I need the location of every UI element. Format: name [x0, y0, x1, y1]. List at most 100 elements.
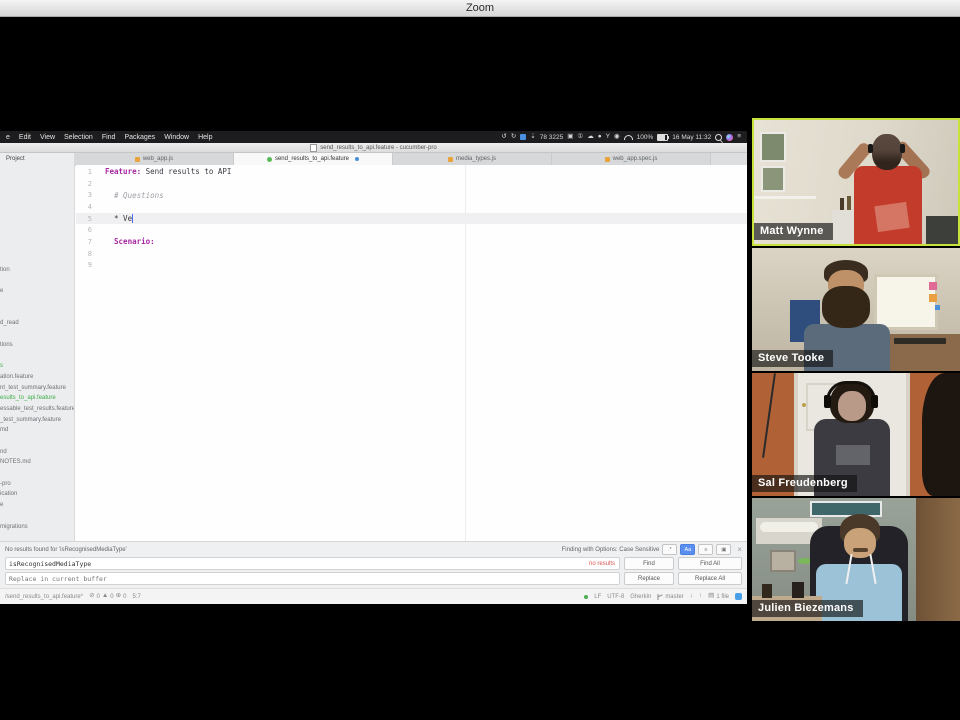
m-desk-shape [926, 216, 958, 244]
line-number: 8 [76, 250, 92, 258]
file-tree-item[interactable]: -pro [0, 479, 74, 490]
project-header: Project [0, 153, 75, 165]
file-tree-item[interactable]: ication [0, 489, 74, 500]
file-tree-item[interactable]: esults_to_api.feature [0, 393, 74, 404]
code-line-4[interactable]: 4 [76, 201, 747, 213]
code-editor[interactable]: 1 Feature: Send results to API 2 3 # Que… [76, 165, 747, 541]
line-ending-indicator[interactable]: LF [594, 594, 601, 600]
file-tree-item[interactable]: s [0, 361, 74, 372]
siri-icon[interactable] [726, 134, 733, 141]
file-tree-sidebar[interactable]: tion e d_readtions sation.featurent_test_su… [0, 165, 75, 541]
file-tree-item[interactable]: md [0, 425, 74, 436]
app-icon-blue[interactable] [520, 134, 526, 140]
twitter-icon[interactable] [735, 593, 742, 600]
code-line-9[interactable]: 9 [76, 260, 747, 272]
macos-menu-bar: e Edit View Selection Find Packages Window Help… [0, 131, 747, 143]
refresh-icon[interactable]: ↺ [501, 134, 506, 141]
menu-item[interactable]: View [40, 134, 55, 141]
file-tree-item[interactable]: _test_summary.feature [0, 415, 74, 426]
cloud-icon[interactable]: ☁ [587, 134, 594, 141]
menu-item[interactable]: e [6, 134, 10, 141]
find-input-wrap: no results [5, 557, 620, 570]
file-tree-item[interactable]: d_read [0, 318, 74, 329]
y-icon[interactable]: Y [606, 134, 610, 141]
js-file-icon [605, 157, 610, 162]
code-line-3[interactable]: 3 # Questions [76, 189, 747, 201]
menu-item[interactable]: Find [102, 134, 116, 141]
battery-icon[interactable] [657, 134, 668, 141]
menu-item[interactable]: Help [198, 134, 212, 141]
wifi-icon[interactable] [624, 135, 633, 140]
error-icon: ⊘ [89, 593, 94, 600]
line-number: 1 [76, 168, 92, 176]
git-branch[interactable]: master [657, 593, 683, 601]
j-cup1-shape [762, 584, 772, 598]
replace-all-button[interactable]: Replace All [678, 572, 742, 585]
fp-row-shape: no results Find Find All [5, 557, 742, 570]
menu-item[interactable]: Selection [64, 134, 93, 141]
editor-window-titlebar[interactable]: send_results_to_api.feature - cucumber-p… [0, 143, 747, 153]
warning-count: 0 [110, 594, 113, 600]
tab-media_types.js[interactable]: media_types.js [393, 153, 552, 165]
regex-option-button[interactable]: .* [662, 544, 677, 555]
info-icon[interactable]: ① [577, 134, 583, 141]
find-input[interactable] [6, 560, 619, 568]
participant-name: Steve Tooke [752, 350, 833, 367]
code-line-6[interactable]: 6 [76, 224, 747, 236]
file-tree-item[interactable]: essable_test_results.feature [0, 404, 74, 415]
file-tree-item [0, 329, 74, 340]
whole-word-option-button[interactable]: ▣ [716, 544, 731, 555]
cursor-position[interactable]: 5:7 [132, 594, 140, 600]
push-arrow-icon[interactable]: ↑ [699, 593, 702, 600]
case-sensitive-option-button[interactable]: Aa [680, 544, 695, 555]
file-tree-item[interactable]: NOTES.md [0, 457, 74, 468]
download-icon[interactable]: ⇣ [530, 134, 535, 141]
file-tree-item[interactable]: ation.feature [0, 372, 74, 383]
tab-send_results_to_api.feature[interactable]: send_results_to_api.feature [234, 153, 393, 165]
diagnostics-counts[interactable]: ⊘ 0 ▲ 0 ⊕ 0 [89, 593, 126, 600]
code-line-7[interactable]: 7 Scenario: [76, 236, 747, 248]
window-icon[interactable]: ▣ [567, 134, 573, 141]
find-button[interactable]: Find [624, 557, 674, 570]
code-line-5[interactable]: 5 * Ve [76, 213, 747, 225]
replace-input[interactable] [6, 575, 619, 583]
participant-video-2[interactable]: Steve Tooke [752, 248, 960, 371]
pull-arrow-icon[interactable]: ↓ [690, 593, 693, 600]
menu-item[interactable]: Window [164, 134, 189, 141]
file-tree-item[interactable]: e [0, 286, 74, 297]
replace-button[interactable]: Replace [624, 572, 674, 585]
file-tree-item[interactable]: e [0, 500, 74, 511]
find-options-label: Finding with Options: Case Sensitive [562, 547, 660, 553]
grammar-indicator[interactable]: Gherkin [630, 594, 651, 600]
file-tree-item[interactable]: nd [0, 447, 74, 458]
search-icon[interactable] [715, 134, 722, 141]
participant-video-4[interactable]: Julien Biezemans [752, 498, 960, 621]
code-line-2[interactable]: 2 [76, 178, 747, 190]
dot-icon[interactable]: ● [598, 134, 602, 141]
file-tree-item [0, 436, 74, 447]
participant-video-3[interactable]: Sal Freudenberg [752, 373, 960, 496]
tab-web_app.js[interactable]: web_app.js [75, 153, 234, 165]
file-tree-item[interactable]: tion [0, 265, 74, 276]
find-all-button[interactable]: Find All [678, 557, 742, 570]
code-text: Scenario: [92, 237, 155, 246]
record-icon[interactable]: ◉ [614, 134, 620, 141]
menu-item[interactable]: Edit [19, 134, 31, 141]
encoding-indicator[interactable]: UTF-8 [607, 594, 624, 600]
file-tree-item[interactable]: migrations [0, 522, 74, 533]
menu-clock[interactable]: 16 May 11:32 [672, 134, 711, 141]
code-line-8[interactable]: 8 [76, 248, 747, 260]
menu-item[interactable]: Packages [124, 134, 155, 141]
code-line-1[interactable]: 1 Feature: Send results to API [76, 166, 747, 178]
changed-files[interactable]: ▤ 1 file [708, 593, 729, 600]
sync-icon[interactable]: ↻ [511, 134, 516, 141]
in-selection-option-button[interactable]: ≡ [698, 544, 713, 555]
line-number: 2 [76, 180, 92, 188]
participant-video-1[interactable]: Matt Wynne [752, 118, 960, 246]
menu-list-icon[interactable]: ≡ [737, 134, 741, 141]
status-green-dot [584, 595, 588, 599]
file-tree-item[interactable]: tions [0, 340, 74, 351]
tab-web_app.spec.js[interactable]: web_app.spec.js [552, 153, 711, 165]
file-tree-item[interactable]: nt_test_summary.feature [0, 383, 74, 394]
close-find-panel-icon[interactable]: × [737, 545, 742, 554]
